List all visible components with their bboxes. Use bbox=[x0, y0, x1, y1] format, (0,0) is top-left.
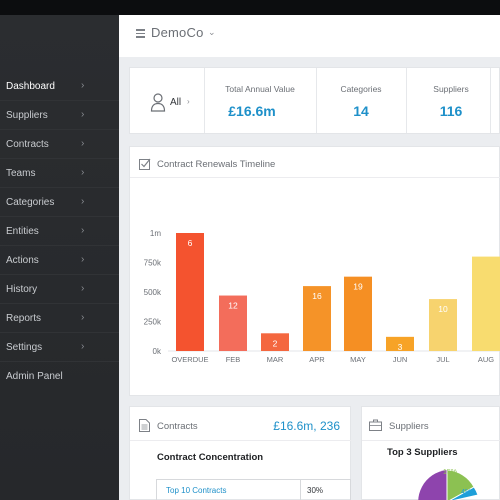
sidebar-item-entities[interactable]: Entities › bbox=[0, 217, 119, 246]
bar-data-label: 10 bbox=[438, 304, 448, 314]
x-tick-label: MAR bbox=[267, 355, 284, 364]
sidebar-item-categories[interactable]: Categories › bbox=[0, 188, 119, 217]
document-icon bbox=[139, 419, 150, 432]
sidebar: Dashboard › Suppliers › Contracts › Team… bbox=[0, 15, 119, 500]
chevron-right-icon: › bbox=[81, 312, 85, 323]
y-tick-label: 750k bbox=[144, 259, 162, 268]
chevron-right-icon: › bbox=[81, 341, 85, 352]
sidebar-item-actions[interactable]: Actions › bbox=[0, 246, 119, 275]
brand-switcher[interactable]: DemoCo bbox=[151, 25, 204, 40]
concentration-title: Contract Concentration bbox=[157, 452, 264, 463]
bar-data-label: 16 bbox=[312, 291, 322, 301]
chevron-right-icon: › bbox=[81, 80, 85, 91]
x-tick-label: APR bbox=[309, 355, 325, 364]
stat-title: Suppliers bbox=[433, 84, 469, 94]
stat-title: Total Annual Value bbox=[225, 84, 295, 94]
bar-aug[interactable] bbox=[472, 256, 500, 351]
filter-all-dropdown[interactable]: All › bbox=[150, 92, 210, 112]
divider bbox=[204, 68, 205, 133]
x-tick-label: FEB bbox=[226, 355, 241, 364]
sidebar-item-history[interactable]: History › bbox=[0, 275, 119, 304]
sidebar-item-label: Dashboard bbox=[6, 80, 55, 92]
x-tick-label: MAY bbox=[350, 355, 366, 364]
chevron-right-icon: › bbox=[81, 254, 85, 265]
sidebar-item-admin-panel[interactable]: Admin Panel bbox=[0, 362, 119, 391]
contract-renewals-card: Contract Renewals Timeline 0k 250k 500k 750… bbox=[129, 146, 500, 396]
sidebar-item-settings[interactable]: Settings › bbox=[0, 333, 119, 362]
concentration-value: 30% bbox=[307, 486, 324, 495]
contracts-summary-value: £16.6m, 236 bbox=[273, 419, 340, 433]
header: DemoCo ⌄ bbox=[119, 15, 500, 57]
sidebar-item-label: Contracts bbox=[6, 138, 49, 150]
sidebar-item-teams[interactable]: Teams › bbox=[0, 159, 119, 188]
suppliers-card: Suppliers Top 3 Suppliers 15% 4% bbox=[361, 406, 500, 500]
chevron-down-icon[interactable]: ⌄ bbox=[208, 27, 216, 38]
stats-bar: All › Total Annual Value £16.6m Categori… bbox=[129, 67, 500, 134]
user-icon bbox=[150, 93, 166, 112]
chevron-right-icon: › bbox=[81, 196, 85, 207]
sidebar-item-reports[interactable]: Reports › bbox=[0, 304, 119, 333]
sidebar-item-label: Entities bbox=[6, 225, 39, 237]
x-tick-label: JUL bbox=[436, 355, 449, 364]
chevron-right-icon: › bbox=[81, 167, 85, 178]
bar-data-label: 12 bbox=[228, 301, 238, 311]
chevron-right-icon: › bbox=[81, 225, 85, 236]
contracts-card: Contracts £16.6m, 236 Contract Concentra… bbox=[129, 406, 352, 500]
chevron-right-icon: › bbox=[81, 138, 85, 149]
y-tick-label: 500k bbox=[144, 288, 162, 297]
bar-data-label: 3 bbox=[398, 342, 403, 352]
top-bar bbox=[0, 0, 500, 15]
concentration-table: Top 10 Contracts 30% bbox=[156, 479, 351, 500]
sidebar-item-label: Reports bbox=[6, 312, 42, 324]
chevron-right-icon: › bbox=[81, 109, 85, 120]
stat-value-total-annual: £16.6m bbox=[228, 103, 276, 119]
sidebar-item-label: Actions bbox=[6, 254, 39, 266]
bar-data-label: 6 bbox=[188, 238, 193, 248]
stat-value-suppliers: 116 bbox=[439, 103, 463, 119]
bar-data-label: 19 bbox=[353, 282, 363, 292]
divider bbox=[316, 68, 317, 133]
top-10-contracts-link[interactable]: Top 10 Contracts bbox=[166, 486, 226, 495]
chevron-right-icon: › bbox=[81, 283, 85, 294]
stat-value-categories: 14 bbox=[353, 103, 369, 119]
y-tick-label: 1m bbox=[150, 229, 161, 238]
sidebar-item-dashboard[interactable]: Dashboard › bbox=[0, 72, 119, 101]
divider bbox=[300, 480, 301, 500]
sidebar-item-label: Admin Panel bbox=[6, 371, 63, 382]
x-tick-label: OVERDUE bbox=[171, 355, 208, 364]
sidebar-item-suppliers[interactable]: Suppliers › bbox=[0, 101, 119, 130]
sidebar-item-label: Categories bbox=[6, 196, 55, 208]
stat-title: Categories bbox=[340, 84, 382, 94]
divider bbox=[490, 68, 491, 133]
x-tick-label: JUN bbox=[393, 355, 408, 364]
x-tick-label: AUG bbox=[478, 355, 494, 364]
sidebar-item-contracts[interactable]: Contracts › bbox=[0, 130, 119, 159]
bar-overdue[interactable] bbox=[176, 233, 204, 351]
sidebar-item-label: History bbox=[6, 283, 38, 295]
pie-label: 4% bbox=[461, 489, 472, 496]
filter-label: All bbox=[170, 97, 182, 108]
sidebar-item-label: Settings bbox=[6, 341, 43, 353]
sidebar-item-label: Suppliers bbox=[6, 109, 48, 121]
divider bbox=[406, 68, 407, 133]
sidebar-item-label: Teams bbox=[6, 167, 36, 179]
y-tick-label: 250k bbox=[144, 318, 162, 327]
divider bbox=[130, 440, 352, 441]
top-suppliers-pie-chart bbox=[418, 469, 479, 500]
bar-data-label: 2 bbox=[273, 338, 278, 348]
pie-label: 15% bbox=[443, 469, 458, 476]
y-tick-label: 0k bbox=[153, 347, 162, 356]
renewals-bar-chart: 0k 250k 500k 750k 1m 6 OVERDUE 12 FEB 2 MAR 16 APR 19… bbox=[144, 229, 500, 364]
card-title: Contracts bbox=[157, 421, 198, 432]
chevron-right-icon: › bbox=[187, 97, 190, 106]
menu-icon[interactable] bbox=[136, 29, 146, 38]
